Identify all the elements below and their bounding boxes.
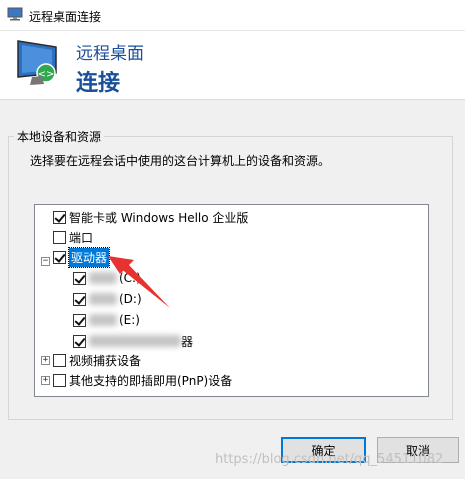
header-title-line2: 连接 (76, 71, 121, 96)
drive-other-label: 器 (181, 334, 194, 349)
tree-item-drive-c[interactable]: (C:) (73, 268, 141, 288)
blurred-drive-name (89, 293, 117, 305)
blurred-drive-name (89, 335, 181, 347)
group-description: 选择要在远程会话中使用的这台计算机上的设备和资源。 (30, 154, 331, 168)
blurred-drive-name (89, 314, 117, 326)
tree-item-drive-other[interactable]: 器 (73, 331, 193, 351)
tree-item-drives[interactable]: 驱动器 (53, 246, 111, 268)
blurred-drive-name (89, 272, 117, 284)
monitor-connection-icon: <> (17, 40, 57, 85)
drive-e-checkbox[interactable] (73, 313, 86, 327)
video-label: 视频捕获设备 (69, 353, 142, 368)
drive-c-checkbox[interactable] (73, 271, 86, 285)
tree-item-ports[interactable]: 端口 (53, 227, 93, 247)
drives-label: 驱动器 (67, 246, 111, 268)
drive-other-checkbox[interactable] (73, 334, 86, 348)
drive-e-label: (E:) (119, 313, 140, 327)
pnp-expand-icon[interactable]: + (41, 376, 50, 385)
tree-item-drive-e[interactable]: (E:) (73, 310, 140, 330)
window-title: 远程桌面连接 (29, 10, 102, 24)
smartcard-checkbox[interactable] (53, 210, 66, 224)
video-expand-icon[interactable]: + (41, 356, 50, 365)
pnp-label: 其他支持的即插即用(PnP)设备 (69, 373, 233, 388)
header-banner: <> 远程桌面 连接 (0, 31, 465, 100)
smartcard-label: 智能卡或 Windows Hello 企业版 (69, 210, 249, 225)
pnp-checkbox[interactable] (53, 373, 66, 387)
header-title-line1: 远程桌面 (76, 44, 144, 64)
group-legend: 本地设备和资源 (14, 128, 105, 145)
tree-item-pnp[interactable]: 其他支持的即插即用(PnP)设备 (53, 370, 232, 390)
remote-desktop-icon (7, 7, 23, 21)
device-tree[interactable]: 智能卡或 Windows Hello 企业版 端口 − 驱动器 (C:) (D:… (34, 204, 429, 397)
drive-c-label: (C:) (119, 271, 141, 285)
drives-collapse-icon[interactable]: − (41, 257, 50, 266)
drive-d-checkbox[interactable] (73, 292, 86, 306)
title-bar: 远程桌面连接 (0, 0, 465, 31)
watermark: https://blog.csdn.net/qq_54511082 (215, 452, 444, 467)
drives-checkbox[interactable] (53, 250, 66, 264)
video-checkbox[interactable] (53, 353, 66, 367)
tree-item-smartcard[interactable]: 智能卡或 Windows Hello 企业版 (53, 207, 248, 227)
ports-label: 端口 (69, 230, 94, 245)
tree-item-video[interactable]: 视频捕获设备 (53, 350, 141, 370)
tree-item-drive-d[interactable]: (D:) (73, 289, 142, 309)
drive-d-label: (D:) (119, 292, 142, 306)
ports-checkbox[interactable] (53, 230, 66, 244)
